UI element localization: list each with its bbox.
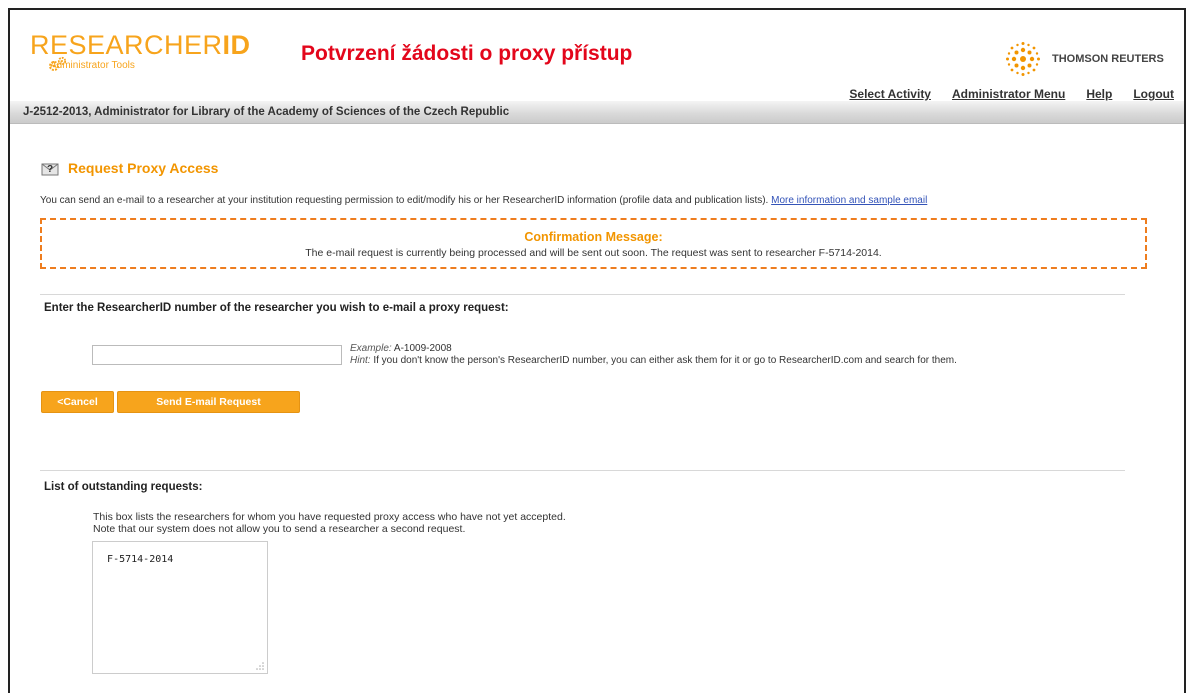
top-nav: Select Activity Administrator Menu Help … (849, 87, 1174, 101)
thomson-reuters-logo: THOMSON REUTERS (1000, 41, 1164, 77)
input-help: Example: A-1009-2008 Hint: If you don't … (350, 343, 957, 367)
outstanding-requests-title: List of outstanding requests: (44, 481, 203, 493)
page-heading: Potvrzení žádosti o proxy přístup (301, 42, 633, 65)
thomson-reuters-dots-icon (1006, 42, 1040, 76)
description-line: This box lists the researchers for whom … (93, 511, 566, 523)
nav-help[interactable]: Help (1086, 87, 1112, 101)
outstanding-requests-list[interactable]: F-5714-2014 (92, 541, 268, 674)
logo-wordmark: RESEARCHERID (30, 30, 251, 60)
account-info: J-2512-2013, Administrator for Library o… (23, 106, 510, 118)
section-title-text: Request Proxy Access (68, 160, 219, 176)
outstanding-description: This box lists the researchers for whom … (93, 511, 566, 535)
example-line: Example: A-1009-2008 (350, 343, 452, 354)
confirmation-box: Confirmation Message: The e-mail request… (40, 218, 1147, 269)
list-item: F-5714-2014 (107, 554, 174, 565)
section-title: ? Request Proxy Access (40, 159, 218, 177)
gears-icon (49, 56, 67, 71)
resize-grip-icon[interactable] (255, 661, 265, 671)
intro-body: You can send an e-mail to a researcher a… (40, 195, 769, 206)
nav-logout[interactable]: Logout (1133, 87, 1174, 101)
researcherid-prompt: Enter the ResearcherID number of the res… (44, 302, 509, 314)
researcherid-logo[interactable]: RESEARCHERID Administrator Tools (30, 32, 251, 71)
nav-select-activity[interactable]: Select Activity (849, 87, 931, 101)
intro-text: You can send an e-mail to a researcher a… (40, 195, 927, 206)
request-proxy-icon: ? (41, 163, 59, 176)
researcherid-input[interactable] (92, 345, 342, 365)
hint-line: Hint: If you don't know the person's Res… (350, 355, 957, 366)
logo-subtitle: Administrator Tools (49, 56, 251, 71)
svg-text:?: ? (47, 164, 53, 175)
divider (40, 470, 1125, 471)
divider (40, 294, 1125, 295)
confirmation-message: The e-mail request is currently being pr… (305, 247, 882, 259)
description-line: Note that our system does not allow you … (93, 523, 466, 535)
send-email-request-button[interactable]: Send E-mail Request (117, 391, 300, 413)
more-info-link[interactable]: More information and sample email (771, 195, 927, 206)
account-bar: J-2512-2013, Administrator for Library o… (10, 101, 1184, 124)
confirmation-title: Confirmation Message: (524, 230, 663, 244)
nav-administrator-menu[interactable]: Administrator Menu (952, 87, 1065, 101)
brand-name: THOMSON REUTERS (1052, 53, 1164, 65)
cancel-button[interactable]: <Cancel (41, 391, 114, 413)
